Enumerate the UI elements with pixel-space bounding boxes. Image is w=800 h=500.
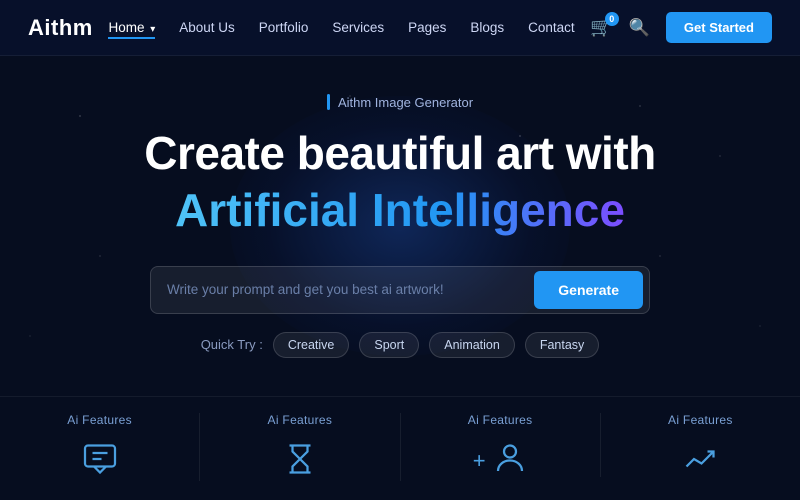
nav-item-pages[interactable]: Pages: [408, 19, 446, 37]
quick-tag-fantasy[interactable]: Fantasy: [525, 332, 599, 358]
nav-item-home[interactable]: Home ▾: [108, 19, 155, 37]
hero-title-line1: Create beautiful art with: [144, 128, 655, 179]
prompt-search-bar[interactable]: Generate: [150, 266, 650, 314]
hero-tag: Aithm Image Generator: [327, 94, 473, 110]
feature-col-4: Ai Features: [601, 413, 800, 481]
prompt-input[interactable]: [167, 282, 534, 297]
nav-item-about[interactable]: About Us: [179, 19, 235, 37]
nav-item-services[interactable]: Services: [332, 19, 384, 37]
nav-links: Home ▾ About Us Portfolio Services Pages: [108, 19, 574, 37]
nav-link-contact[interactable]: Contact: [528, 20, 575, 35]
features-strip: Ai Features Ai Features Ai Features +: [0, 396, 800, 500]
nav-right: 🛒 0 🔍 Get Started: [590, 12, 772, 43]
nav-link-portfolio[interactable]: Portfolio: [259, 20, 309, 35]
quick-tag-sport[interactable]: Sport: [359, 332, 419, 358]
nav-link-home[interactable]: Home ▾: [108, 20, 155, 39]
nav-item-portfolio[interactable]: Portfolio: [259, 19, 309, 37]
feature-col-3: Ai Features +: [401, 413, 601, 477]
chart-icon: [678, 437, 722, 481]
feature-label-1: Ai Features: [67, 413, 132, 427]
search-icon[interactable]: 🔍: [629, 18, 650, 38]
quick-tag-animation[interactable]: Animation: [429, 332, 515, 358]
get-started-button[interactable]: Get Started: [666, 12, 772, 43]
cart-icon[interactable]: 🛒 0: [590, 17, 612, 38]
person-icon: [492, 441, 528, 477]
feature-col-2: Ai Features: [200, 413, 400, 481]
hero-section: Aithm Image Generator Create beautiful a…: [0, 56, 800, 396]
generate-button[interactable]: Generate: [534, 271, 643, 309]
nav-link-blogs[interactable]: Blogs: [470, 20, 504, 35]
feature-label-3: Ai Features: [468, 413, 533, 427]
chat-icon: [78, 437, 122, 481]
cart-badge: 0: [605, 12, 619, 26]
nav-link-services[interactable]: Services: [332, 20, 384, 35]
feature-label-4: Ai Features: [668, 413, 733, 427]
nav-item-blogs[interactable]: Blogs: [470, 19, 504, 37]
plus-icon: +: [473, 448, 486, 474]
logo[interactable]: Aithm: [28, 15, 93, 41]
feature-col-1: Ai Features: [0, 413, 200, 481]
quick-tag-creative[interactable]: Creative: [273, 332, 350, 358]
hourglass-icon: [278, 437, 322, 481]
navbar: Aithm Home ▾ About Us Portfolio Services: [0, 0, 800, 56]
chevron-down-icon: ▾: [150, 24, 155, 35]
quick-try: Quick Try : Creative Sport Animation Fan…: [201, 332, 600, 358]
tag-bar: [327, 94, 330, 110]
hero-tag-text: Aithm Image Generator: [338, 95, 473, 110]
nav-link-pages[interactable]: Pages: [408, 20, 446, 35]
nav-item-contact[interactable]: Contact: [528, 19, 575, 37]
nav-link-about[interactable]: About Us: [179, 20, 235, 35]
hero-title-line2: Artificial Intelligence: [175, 183, 625, 238]
quick-try-label: Quick Try :: [201, 337, 263, 352]
feature-label-2: Ai Features: [268, 413, 333, 427]
